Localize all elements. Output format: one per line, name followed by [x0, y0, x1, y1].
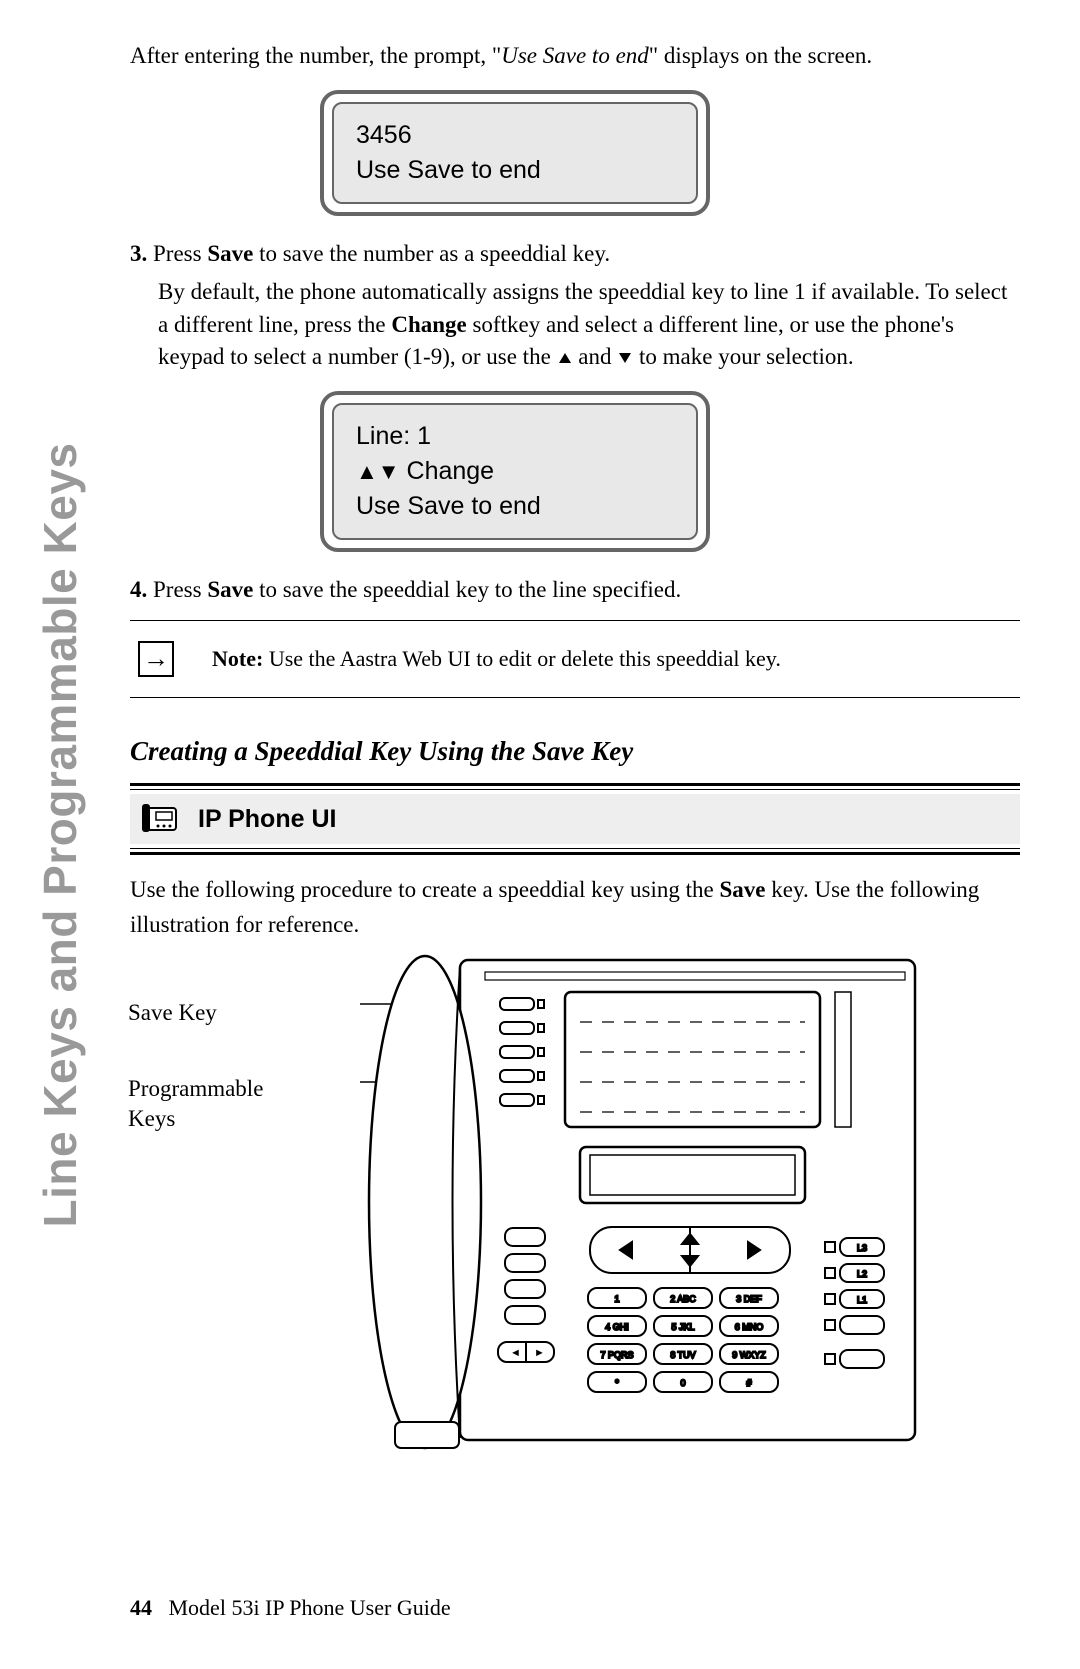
step3-body3: to make your selection. — [639, 344, 854, 369]
callout-prog2: Keys — [128, 1106, 175, 1131]
lcd1-line2: Use Save to end — [356, 153, 674, 188]
ip-phone-ui-bar: IP Phone UI — [130, 794, 1020, 844]
step3-b1: Save — [207, 241, 253, 266]
lcd2-line1: Line: 1 — [356, 419, 674, 454]
arrow-right-icon: → — [138, 641, 174, 677]
step3-t1: to save the number as a speeddial key. — [253, 241, 610, 266]
svg-text:7 PQRS: 7 PQRS — [600, 1350, 633, 1360]
phone-icon — [140, 802, 182, 836]
step4-t1: to save the speeddial key to the line sp… — [253, 577, 681, 602]
phone-illustration: Save Key Programmable Keys — [130, 956, 1020, 1466]
svg-text:*: * — [615, 1378, 619, 1388]
phone-diagram-icon: ◄ ► 1 2 ABC 3 DEF 4 GHI 5 JKL 6 MNO 7 PQ… — [360, 952, 930, 1462]
svg-text:◄: ◄ — [510, 1347, 521, 1359]
footer: 44 Model 53i IP Phone User Guide — [130, 1595, 451, 1621]
step3-lead: Press — [153, 241, 207, 266]
divider — [130, 697, 1020, 698]
intro-paragraph: After entering the number, the prompt, "… — [130, 40, 1020, 72]
footer-title: Model 53i IP Phone User Guide — [169, 1595, 451, 1620]
step3-b2: Change — [391, 312, 466, 337]
lcd2-arrows: ▲▼ — [356, 459, 400, 484]
step4-b1: Save — [207, 577, 253, 602]
svg-text:0: 0 — [680, 1378, 685, 1388]
intro-em: Use Save to end — [501, 43, 649, 68]
svg-text:►: ► — [534, 1347, 545, 1359]
lcd-inner-1: 3456 Use Save to end — [332, 102, 698, 204]
dbl-rule — [130, 789, 1020, 790]
svg-text:L1: L1 — [857, 1295, 867, 1305]
intro-post: " displays on the screen. — [649, 43, 872, 68]
lcd2-line3: Use Save to end — [356, 489, 674, 524]
section-heading: Creating a Speeddial Key Using the Save … — [130, 736, 1020, 767]
svg-text:6 MNO: 6 MNO — [735, 1322, 764, 1332]
svg-text:3 DEF: 3 DEF — [736, 1294, 762, 1304]
svg-text:1: 1 — [614, 1294, 619, 1304]
svg-text:L2: L2 — [857, 1269, 867, 1279]
proc-t1: Use the following procedure to create a … — [130, 877, 720, 902]
step-3-body: By default, the phone automatically assi… — [130, 276, 1020, 373]
dbl-rule — [130, 783, 1020, 786]
callout-prog1: Programmable — [128, 1076, 263, 1101]
note-row: → Note: Use the Aastra Web UI to edit or… — [130, 635, 1020, 683]
lcd-inner-2: Line: 1 ▲▼ Change Use Save to end — [332, 403, 698, 540]
up-tri-icon — [557, 351, 573, 365]
callout-save: Save Key — [128, 998, 217, 1028]
note-text: Note: Use the Aastra Web UI to edit or d… — [212, 646, 781, 672]
ui-bar-label: IP Phone UI — [198, 805, 336, 834]
procedure-intro: Use the following procedure to create a … — [130, 873, 1020, 942]
step4-num: 4. — [130, 577, 147, 602]
callout-prog: Programmable Keys — [128, 1074, 263, 1134]
step-4: 4. Press Save to save the speeddial key … — [130, 574, 1020, 606]
dbl-rule — [130, 852, 1020, 855]
step4-lead: Press — [153, 577, 207, 602]
page-number: 44 — [130, 1595, 152, 1620]
proc-b1: Save — [720, 877, 766, 902]
svg-text:L3: L3 — [857, 1243, 867, 1253]
svg-text:9 WXYZ: 9 WXYZ — [732, 1350, 766, 1360]
svg-text:2 ABC: 2 ABC — [670, 1294, 696, 1304]
down-tri-icon — [617, 351, 633, 365]
lcd-display-1: 3456 Use Save to end — [320, 90, 710, 216]
step3-and: and — [578, 344, 617, 369]
lcd-display-2: Line: 1 ▲▼ Change Use Save to end — [320, 391, 710, 552]
svg-text:8 TUV: 8 TUV — [670, 1350, 695, 1360]
intro-pre: After entering the number, the prompt, " — [130, 43, 501, 68]
note-label: Note: — [212, 646, 269, 671]
divider — [130, 620, 1020, 621]
svg-text:4 GHI: 4 GHI — [605, 1322, 629, 1332]
dbl-rule — [130, 848, 1020, 849]
side-tab: Line Keys and Programmable Keys — [33, 385, 87, 1285]
lcd2-line2b: Change — [400, 457, 495, 485]
note-body: Use the Aastra Web UI to edit or delete … — [269, 646, 781, 671]
svg-text:5 JKL: 5 JKL — [671, 1322, 694, 1332]
step-3: 3. Press Save to save the number as a sp… — [130, 238, 1020, 270]
lcd1-line1: 3456 — [356, 118, 674, 153]
step3-num: 3. — [130, 241, 147, 266]
svg-text:#: # — [746, 1378, 751, 1388]
